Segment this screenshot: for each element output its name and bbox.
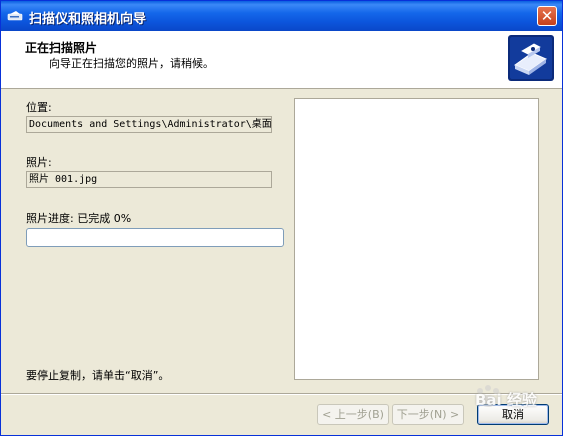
- close-button[interactable]: ✕: [537, 6, 557, 26]
- wizard-window: 扫描仪和照相机向导 ✕ 正在扫描照片 向导正在扫描您的照片，请稍候。 位置: D…: [0, 0, 563, 436]
- wizard-header: 正在扫描照片 向导正在扫描您的照片，请稍候。: [1, 31, 562, 89]
- watermark-text: Bai 经验: [475, 391, 537, 409]
- scanner-app-icon: [7, 11, 23, 21]
- window-title: 扫描仪和照相机向导: [29, 12, 147, 27]
- location-field: Documents and Settings\Administrator\桌面: [26, 116, 272, 133]
- photo-label: 照片:: [26, 156, 52, 169]
- page-title: 正在扫描照片: [25, 41, 98, 55]
- stop-hint: 要停止复制，请单击“取消”。: [26, 369, 170, 382]
- location-label: 位置:: [26, 101, 52, 114]
- close-icon: ✕: [540, 7, 554, 25]
- next-button[interactable]: 下一步(N) >: [392, 404, 464, 425]
- photo-field: 照片 001.jpg: [26, 171, 272, 188]
- title-bar[interactable]: 扫描仪和照相机向导 ✕: [1, 1, 562, 31]
- scanner-camera-icon: [508, 35, 554, 81]
- page-subtitle: 向导正在扫描您的照片，请稍候。: [49, 57, 214, 70]
- progress-bar: [26, 228, 284, 247]
- photo-preview: [294, 98, 539, 380]
- progress-label: 照片进度: 已完成 0%: [26, 212, 132, 225]
- back-button[interactable]: < 上一步(B): [317, 404, 389, 425]
